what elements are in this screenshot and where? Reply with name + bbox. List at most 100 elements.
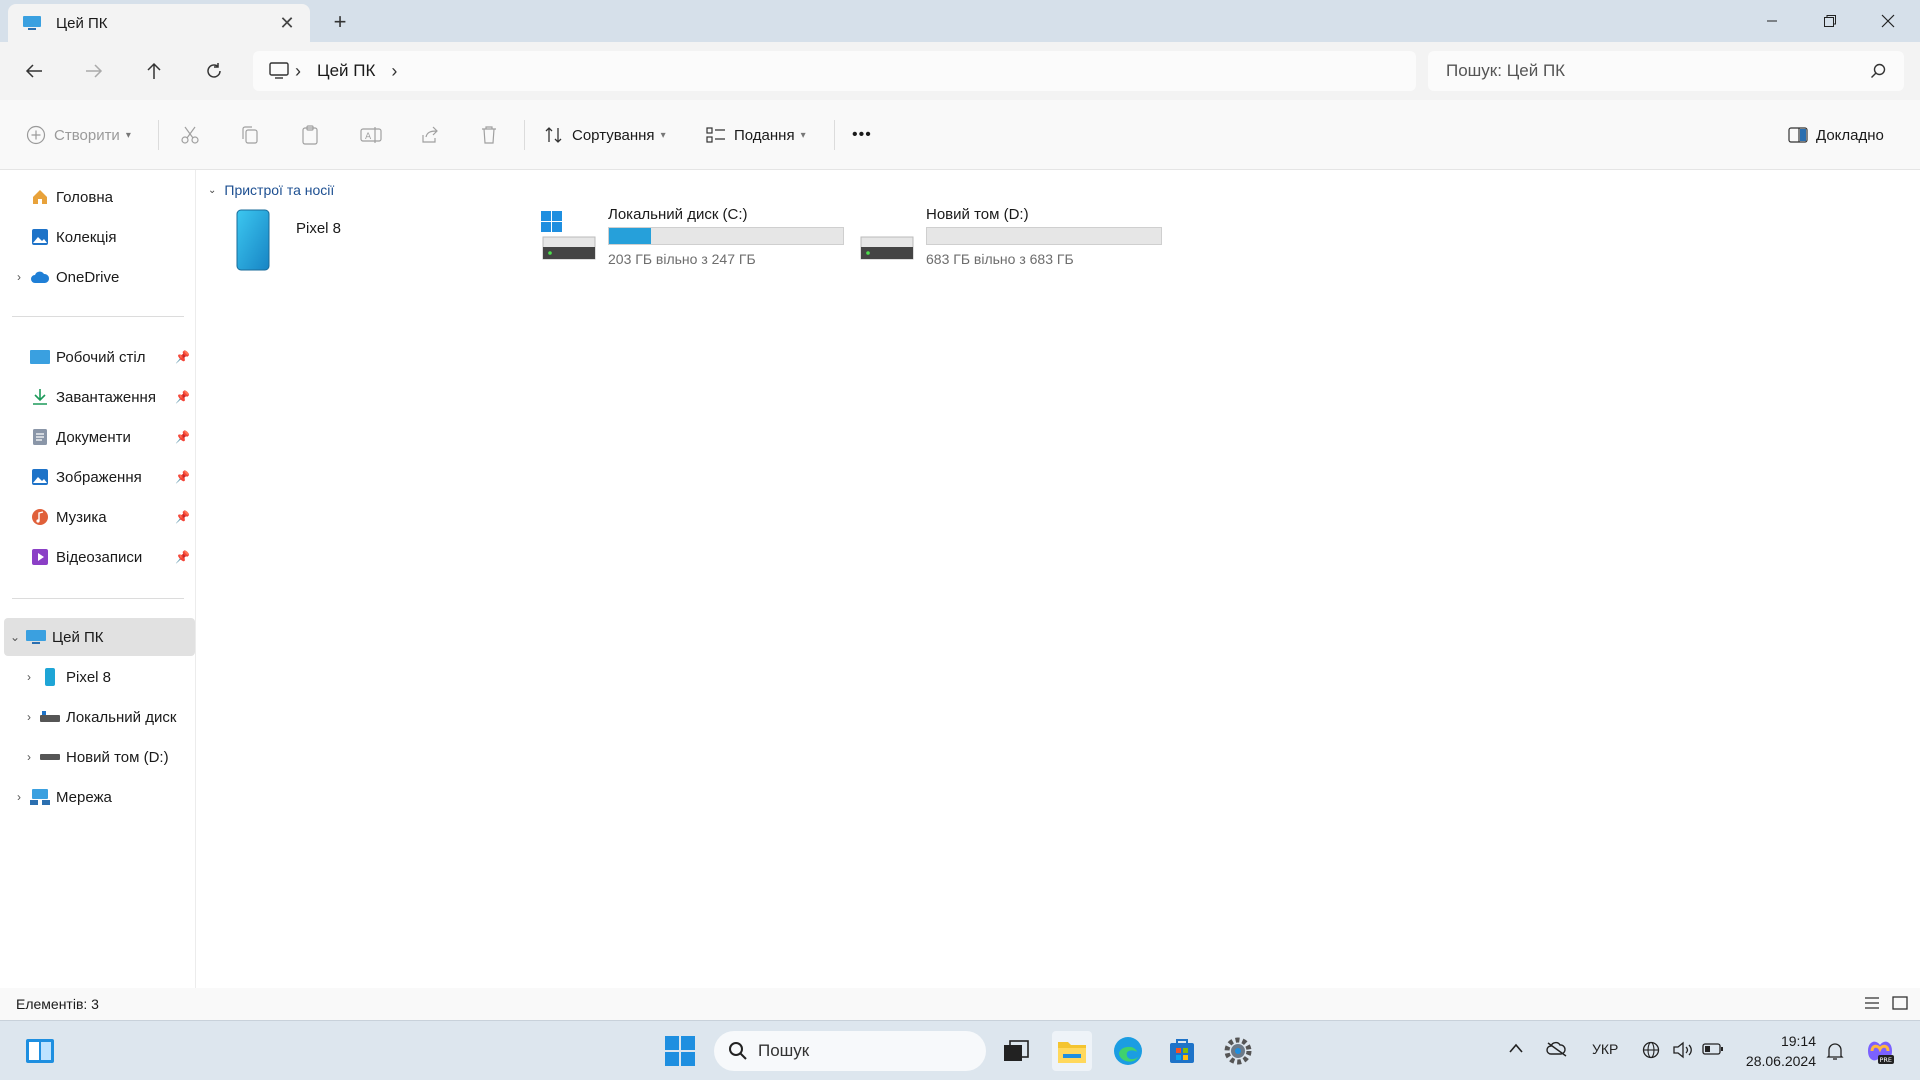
- sidebar-item-documents[interactable]: Документи 📌: [8, 418, 194, 456]
- create-button[interactable]: Створити ▾: [26, 100, 131, 170]
- device-tile-new-volume-d[interactable]: Новий том (D:) 683 ГБ вільно з 683 ГБ: [856, 204, 1162, 274]
- copilot-icon: PRE: [1868, 1041, 1894, 1064]
- status-bar: Елементів: 3: [0, 988, 1920, 1020]
- onedrive-tray-icon[interactable]: [1546, 1041, 1568, 1060]
- sidebar-item-home[interactable]: Головна: [8, 178, 194, 216]
- chevron-right-icon[interactable]: ›: [18, 670, 40, 684]
- chevron-right-icon[interactable]: ›: [8, 790, 30, 804]
- battery-tray-icon[interactable]: [1702, 1041, 1724, 1060]
- back-button[interactable]: [18, 56, 50, 86]
- network-tray-icon[interactable]: [1642, 1041, 1662, 1062]
- device-tile-pixel-8[interactable]: Pixel 8: [230, 208, 341, 278]
- chevron-right-icon[interactable]: ›: [18, 750, 40, 764]
- view-button[interactable]: Подання ▾: [706, 100, 806, 170]
- sidebar-item-gallery[interactable]: Колекція: [8, 218, 194, 256]
- pin-icon[interactable]: 📌: [175, 350, 190, 364]
- sidebar-item-local-disk[interactable]: › Локальний диск: [18, 698, 194, 736]
- close-icon: [1881, 14, 1895, 28]
- refresh-button[interactable]: [198, 56, 230, 86]
- taskbar-search[interactable]: Пошук: [714, 1031, 986, 1071]
- main-area: Головна Колекція › OneDrive Робочий стіл…: [0, 170, 1920, 988]
- chevron-down-icon: ⌄: [208, 184, 217, 196]
- new-tab-button[interactable]: +: [326, 9, 354, 34]
- pin-icon[interactable]: 📌: [175, 550, 190, 564]
- sort-button[interactable]: Сортування ▾: [544, 100, 666, 170]
- clock-time: 19:14: [1780, 1033, 1816, 1049]
- pin-icon[interactable]: 📌: [175, 510, 190, 524]
- sidebar-item-desktop[interactable]: Робочий стіл 📌: [8, 338, 194, 376]
- start-button[interactable]: [660, 1031, 700, 1071]
- taskbar-store[interactable]: [1162, 1031, 1202, 1071]
- rename-button[interactable]: A: [360, 100, 382, 170]
- breadcrumb-this-pc[interactable]: Цей ПК: [317, 61, 375, 81]
- more-options-button[interactable]: •••: [852, 100, 872, 170]
- sidebar-item-videos[interactable]: Відеозаписи 📌: [8, 538, 194, 576]
- up-button[interactable]: [138, 56, 170, 86]
- sidebar-item-pictures[interactable]: Зображення 📌: [8, 458, 194, 496]
- close-tab-icon[interactable]: ✕: [278, 13, 296, 33]
- chevron-up-icon: [1509, 1043, 1523, 1053]
- music-icon: [30, 507, 50, 527]
- tab-this-pc[interactable]: Цей ПК ✕: [8, 4, 310, 42]
- details-pane-button[interactable]: Докладно: [1788, 100, 1884, 170]
- drive-icon: [40, 707, 60, 727]
- share-button[interactable]: [420, 100, 440, 170]
- close-window-button[interactable]: [1858, 0, 1918, 42]
- copilot-button[interactable]: PRE: [1864, 1035, 1896, 1070]
- tiles-view-button[interactable]: [1892, 996, 1910, 1012]
- volume-tray-icon[interactable]: [1672, 1041, 1694, 1062]
- search-input[interactable]: Пошук: Цей ПК: [1446, 61, 1870, 81]
- gear-icon: [1224, 1037, 1252, 1065]
- address-bar[interactable]: › Цей ПК ›: [253, 51, 1416, 91]
- paste-button[interactable]: [300, 100, 320, 170]
- speaker-icon: [1673, 1041, 1692, 1059]
- widgets-button[interactable]: [20, 1031, 60, 1071]
- sidebar-item-onedrive[interactable]: › OneDrive: [8, 258, 194, 296]
- sidebar-item-this-pc[interactable]: ⌄ Цей ПК: [4, 618, 195, 656]
- download-icon: [30, 387, 50, 407]
- device-name: Pixel 8: [296, 220, 342, 237]
- pin-icon[interactable]: 📌: [175, 470, 190, 484]
- sidebar-item-music[interactable]: Музика 📌: [8, 498, 194, 536]
- details-view-icon: [1865, 997, 1879, 1009]
- clock[interactable]: 19:14 28.06.2024: [1740, 1031, 1816, 1071]
- cut-button[interactable]: [180, 100, 200, 170]
- minimize-button[interactable]: [1742, 0, 1802, 42]
- language-indicator[interactable]: УКР: [1592, 1041, 1618, 1057]
- taskbar-settings[interactable]: [1218, 1031, 1258, 1071]
- svg-text:PRE: PRE: [1880, 1056, 1893, 1064]
- copy-button[interactable]: [240, 100, 260, 170]
- store-icon: [1170, 1039, 1194, 1063]
- taskbar-file-explorer[interactable]: [1052, 1031, 1092, 1071]
- restore-button[interactable]: [1800, 0, 1860, 42]
- pin-icon[interactable]: 📌: [175, 390, 190, 404]
- chevron-right-icon[interactable]: ›: [18, 710, 40, 724]
- pin-icon[interactable]: 📌: [175, 430, 190, 444]
- gallery-icon: [30, 227, 50, 247]
- share-icon: [422, 126, 438, 143]
- task-view-button[interactable]: [996, 1031, 1036, 1071]
- tiles-view-icon: [1892, 996, 1908, 1010]
- device-tile-local-disk-c[interactable]: Локальний диск (C:) 203 ГБ вільно з 247 …: [538, 204, 844, 274]
- show-hidden-icons-button[interactable]: [1508, 1041, 1524, 1057]
- sidebar-item-pixel-8[interactable]: › Pixel 8: [18, 658, 194, 696]
- breadcrumb-separator[interactable]: ›: [391, 61, 397, 82]
- notifications-button[interactable]: [1826, 1041, 1844, 1064]
- breadcrumb-separator[interactable]: ›: [295, 61, 301, 82]
- devices-group-header[interactable]: ⌄ Пристрої та носії: [208, 182, 334, 198]
- windows-drive-icon: [538, 204, 600, 268]
- document-icon: [30, 427, 50, 447]
- forward-button[interactable]: [78, 56, 110, 86]
- sidebar-item-new-volume[interactable]: › Новий том (D:): [18, 738, 194, 776]
- taskbar-edge[interactable]: [1108, 1031, 1148, 1071]
- delete-button[interactable]: [480, 100, 498, 170]
- content-pane: ⌄ Пристрої та носії Pixel 8 Локальний ди…: [198, 170, 1920, 988]
- sidebar-item-network[interactable]: › Мережа: [8, 778, 194, 816]
- search-icon: [729, 1042, 747, 1060]
- search-box[interactable]: Пошук: Цей ПК: [1428, 51, 1904, 91]
- details-view-button[interactable]: [1864, 996, 1882, 1012]
- chevron-down-icon[interactable]: ⌄: [4, 630, 26, 644]
- chevron-right-icon[interactable]: ›: [8, 270, 30, 284]
- refresh-icon: [207, 63, 221, 78]
- sidebar-item-downloads[interactable]: Завантаження 📌: [8, 378, 194, 416]
